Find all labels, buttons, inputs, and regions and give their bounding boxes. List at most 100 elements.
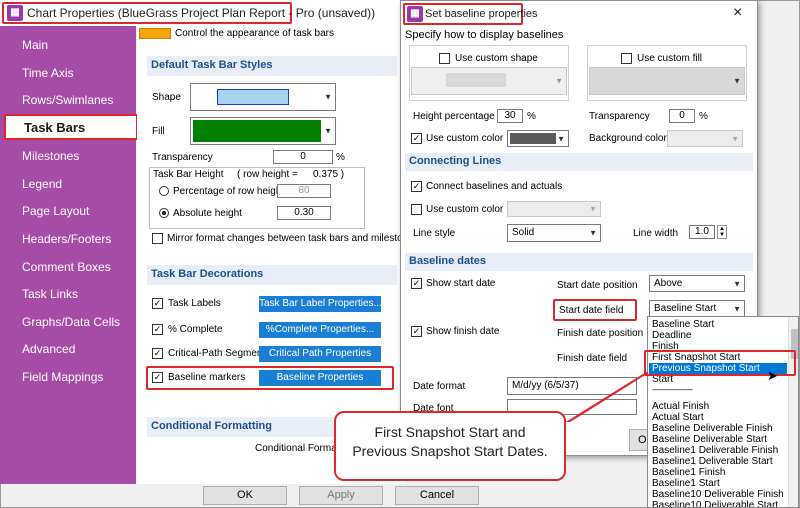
start-date-field-combo[interactable]: Baseline Start ▼ — [649, 300, 745, 317]
transparency-input[interactable]: 0 — [273, 150, 333, 164]
sidebar-item-graphs-data-cells[interactable]: Graphs/Data Cells — [22, 315, 120, 329]
sidebar-item-field-mappings[interactable]: Field Mappings — [22, 370, 103, 384]
sidebar-item-time-axis[interactable]: Time Axis — [22, 66, 74, 80]
sidebar-item-main[interactable]: Main — [22, 38, 48, 52]
dropdown-option[interactable]: Actual Finish — [652, 401, 709, 412]
intro-text: Control the appearance of task bars — [175, 28, 334, 39]
show-start-date-checkbox[interactable]: ✓ — [411, 278, 422, 289]
finish-date-field-label: Finish date field — [557, 353, 628, 364]
absolute-height-radio[interactable] — [159, 208, 169, 218]
chevron-down-icon: ▼ — [589, 228, 597, 238]
chevron-down-icon: ▼ — [733, 279, 741, 288]
line-style-combo[interactable]: Solid ▼ — [507, 224, 601, 242]
apply-button[interactable]: Apply — [299, 486, 383, 505]
start-date-position-combo[interactable]: Above ▼ — [649, 275, 745, 292]
dropdown-option[interactable]: Actual Start — [652, 412, 704, 423]
sidebar-item-milestones[interactable]: Milestones — [22, 149, 79, 163]
dropdown-option[interactable]: Baseline1 Deliverable Start — [652, 456, 773, 467]
dropdown-option[interactable]: Baseline Deliverable Finish — [652, 423, 773, 434]
dropdown-option[interactable]: Baseline10 Deliverable Finish — [652, 489, 784, 500]
sidebar-item-comment-boxes[interactable]: Comment Boxes — [22, 260, 111, 274]
critical-path-properties-button[interactable]: Critical Path Properties — [259, 346, 381, 362]
height-group-label: Task Bar Height — [153, 169, 224, 180]
dropdown-option[interactable]: Deadline — [652, 330, 691, 341]
custom-fill-checkbox[interactable] — [621, 53, 632, 64]
dropdown-option[interactable]: Baseline1 Start — [652, 478, 720, 489]
sidebar-item-task-links[interactable]: Task Links — [22, 287, 78, 301]
absolute-height-input[interactable]: 0.30 — [277, 206, 331, 220]
intro-color-swatch — [139, 28, 171, 39]
dialog-transparency-label: Transparency — [589, 111, 650, 122]
critical-path-checkbox[interactable]: ✓ — [152, 348, 163, 359]
custom-shape-checkbox[interactable] — [439, 53, 450, 64]
sidebar-item-rows-swimlanes[interactable]: Rows/Swimlanes — [22, 93, 113, 107]
dropdown-scrollbar[interactable] — [788, 317, 798, 507]
connecting-lines-header: Connecting Lines — [405, 153, 753, 171]
date-format-label: Date format — [413, 381, 466, 392]
chevron-down-icon: ▼ — [733, 76, 741, 86]
background-color-combo[interactable]: ▼ — [667, 130, 743, 147]
line-width-stepper[interactable]: ▲ ▼ — [717, 225, 727, 239]
dropdown-option[interactable]: Baseline10 Deliverable Start — [652, 500, 778, 507]
show-start-date-label: Show start date — [426, 278, 496, 289]
sidebar-item-task-bars[interactable]: Task Bars — [4, 114, 138, 140]
shape-preview — [217, 89, 289, 105]
dropdown-option[interactable]: Baseline1 Deliverable Finish — [652, 445, 778, 456]
pct-complete-checkbox[interactable]: ✓ — [152, 324, 163, 335]
dropdown-option[interactable]: Baseline Start — [652, 319, 714, 330]
sidebar-item-headers-footers[interactable]: Headers/Footers — [22, 232, 111, 246]
callout-line-2: Previous Snapshot Start Dates. — [352, 443, 548, 459]
sidebar-item-legend[interactable]: Legend — [22, 177, 62, 191]
dropdown-option[interactable]: Baseline Deliverable Start — [652, 434, 767, 445]
baseline-markers-checkbox[interactable]: ✓ — [152, 372, 163, 383]
line-style-value: Solid — [512, 227, 535, 238]
show-finish-date-checkbox[interactable]: ✓ — [411, 326, 422, 337]
line-custom-color-checkbox[interactable] — [411, 204, 422, 215]
sidebar-item-advanced[interactable]: Advanced — [22, 342, 75, 356]
custom-shape-label: Use custom shape — [455, 53, 538, 64]
fill-combo[interactable]: ▼ — [190, 117, 336, 145]
finish-date-position-label: Finish date position — [557, 328, 644, 339]
task-bar-label-properties-button[interactable]: Task Bar Label Properties... — [259, 296, 382, 312]
dialog-transparency-input[interactable]: 0 — [669, 109, 695, 123]
start-date-field-value: Baseline Start — [654, 303, 717, 314]
mirror-checkbox[interactable] — [152, 233, 163, 244]
task-labels-checkbox[interactable]: ✓ — [152, 298, 163, 309]
baseline-properties-button[interactable]: Baseline Properties — [259, 370, 381, 386]
baseline-markers-label: Baseline markers — [168, 372, 246, 383]
window-title: Chart Properties (BlueGrass Project Plan… — [27, 6, 376, 20]
decorations-header: Task Bar Decorations — [147, 265, 397, 285]
height-pct-input[interactable]: 30 — [497, 109, 523, 123]
start-date-position-value: Above — [654, 278, 683, 289]
start-date-field-label: Start date field — [559, 305, 624, 316]
custom-color-checkbox[interactable]: ✓ — [411, 133, 422, 144]
ok-button[interactable]: OK — [203, 486, 287, 505]
chevron-down-icon: ▼ — [731, 134, 739, 143]
custom-color-label: Use custom color — [426, 133, 504, 144]
dialog-close-icon[interactable]: × — [733, 4, 742, 22]
height-pct-label: Height percentage — [413, 111, 495, 122]
custom-shape-combo[interactable]: ▼ — [411, 67, 567, 95]
chevron-down-icon: ▼ — [324, 92, 332, 102]
chevron-down-icon: ▼ — [324, 126, 332, 136]
pct-row-height-input[interactable]: 80 — [277, 184, 331, 198]
sidebar-item-page-layout[interactable]: Page Layout — [22, 204, 89, 218]
transparency-label: Transparency — [152, 152, 213, 163]
custom-color-combo[interactable]: ▼ — [507, 130, 569, 147]
connect-baselines-checkbox[interactable]: ✓ — [411, 181, 422, 192]
custom-fill-combo[interactable]: ▼ — [589, 67, 745, 95]
chevron-down-icon: ▼ — [555, 76, 563, 86]
shape-label: Shape — [152, 92, 181, 103]
shape-combo[interactable]: ▼ — [190, 83, 336, 111]
callout-pointer-shape — [565, 372, 649, 422]
task-labels-label: Task Labels — [168, 298, 221, 309]
line-width-input[interactable]: 1.0 — [689, 225, 715, 239]
fill-label: Fill — [152, 126, 165, 137]
custom-color-swatch — [510, 133, 556, 144]
pct-complete-properties-button[interactable]: %Complete Properties... — [259, 322, 381, 338]
line-custom-color-combo[interactable]: ▼ — [507, 201, 601, 217]
cancel-button[interactable]: Cancel — [395, 486, 479, 505]
dropdown-option[interactable]: Baseline1 Finish — [652, 467, 725, 478]
chevron-down-icon: ▼ — [589, 204, 597, 214]
pct-row-height-radio[interactable] — [159, 186, 169, 196]
